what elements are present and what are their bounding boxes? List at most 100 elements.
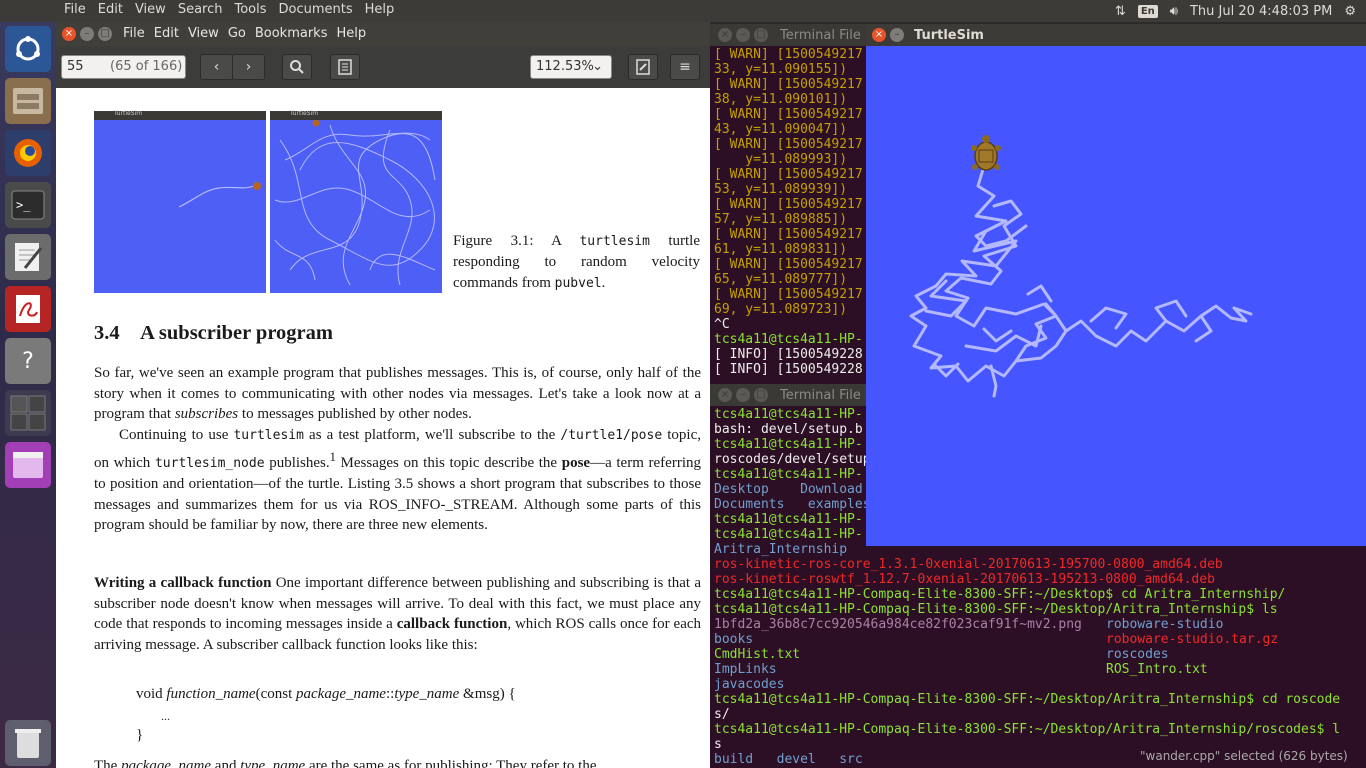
terminal-text: s/ [714, 707, 730, 722]
menu-file[interactable]: File [64, 2, 86, 17]
clock[interactable]: Thu Jul 20 4:48:03 PM [1190, 4, 1332, 19]
volume-icon[interactable]: 🔊︎ [1170, 4, 1178, 19]
terminal-text: s [714, 737, 722, 752]
hamburger-menu-icon: ≡ [679, 59, 691, 75]
terminal-line: ros-kinetic-roswtf_1.12.7-0xenial-201706… [714, 572, 1215, 587]
p2-code-1: turtlesim [233, 428, 304, 443]
terminal-line: [ WARN] [1500549217 [714, 107, 863, 122]
code-line-2: ... [161, 709, 170, 723]
text-editor-launcher[interactable] [5, 234, 51, 280]
maximize-icon[interactable]: □ [754, 28, 768, 42]
viewer-menu-help[interactable]: Help [336, 26, 366, 41]
viewer-menu-view[interactable]: View [188, 26, 219, 41]
terminal-text: [ WARN] [1500549217 [714, 287, 863, 302]
terminal-line: [ INFO] [1500549228 [714, 347, 863, 362]
terminal-line: 33, y=11.090155]) [714, 62, 847, 77]
hamburger-menu-button[interactable]: ≡ [670, 54, 700, 80]
terminal-line: [ WARN] [1500549217 [714, 167, 863, 182]
annotations-button[interactable] [628, 54, 658, 80]
help-launcher[interactable]: ? [5, 338, 51, 384]
zoom-select[interactable]: 112.53% ⌄ [530, 55, 612, 79]
menu-tools[interactable]: Tools [234, 2, 266, 17]
p1-emphasis: subscribes [174, 406, 239, 423]
gear-icon[interactable]: ⚙ [1344, 4, 1356, 19]
ubuntu-dash-button[interactable] [5, 26, 51, 72]
terminal-line: CmdHist.txt roscodes [714, 647, 1169, 662]
turtle-trail-drawing [909, 135, 1253, 398]
terminal-line: build devel src [714, 752, 863, 767]
code-text-d: &msg) { [459, 686, 516, 702]
terminal-line: [ WARN] [1500549217 [714, 77, 863, 92]
firefox-launcher[interactable] [5, 130, 51, 176]
terminal-text: build devel src [714, 752, 863, 767]
terminal-text-column-2: roscodes [1106, 647, 1169, 662]
software-center-launcher[interactable] [5, 442, 51, 488]
p4-text-c: are the same as for publishing: They ref… [305, 758, 597, 768]
minimize-icon[interactable]: – [736, 28, 750, 42]
previous-page-button[interactable]: ‹ [200, 54, 233, 80]
workspace-switcher[interactable] [5, 390, 51, 436]
close-icon[interactable]: × [718, 28, 732, 42]
viewer-menu-go[interactable]: Go [228, 26, 246, 41]
trash-icon [15, 729, 41, 758]
close-icon[interactable]: × [718, 388, 732, 402]
terminal-text: [ WARN] [1500549217 [714, 257, 863, 272]
keyboard-layout-indicator[interactable]: En [1137, 4, 1158, 18]
page-count-label: (65 of 166) [110, 59, 183, 74]
search-button[interactable] [282, 54, 312, 80]
terminal-line: 53, y=11.089939]) [714, 182, 847, 197]
turtlesim-titlebar: × – TurtleSim [866, 24, 1366, 46]
minimize-icon[interactable]: – [890, 28, 904, 42]
window-titlebar: × – □ File Edit View Go Bookmarks Help [56, 22, 710, 46]
menu-help[interactable]: Help [365, 2, 395, 17]
viewer-menu-edit[interactable]: Edit [154, 26, 179, 41]
terminal-1-title: Terminal File [780, 28, 861, 43]
paragraph-2: Continuing to use turtlesim as a test pl… [94, 425, 701, 536]
document-viewer-launcher[interactable] [5, 286, 51, 332]
code-placeholder-type: type_name [394, 686, 460, 702]
menu-edit[interactable]: Edit [98, 2, 123, 17]
question-mark-icon: ? [22, 348, 34, 374]
chevron-right-icon: › [245, 59, 252, 75]
terminal-line: [ WARN] [1500549217 [714, 287, 863, 302]
page-number-field[interactable]: 55 (65 of 166) [61, 55, 186, 79]
terminal-text: tcs4a11@tcs4a11-HP- [714, 332, 863, 347]
turtle-icon-2 [312, 120, 320, 127]
minimize-icon[interactable]: – [80, 27, 94, 41]
terminal-line: tcs4a11@tcs4a11-HP-Compaq-Elite-8300-SFF… [714, 722, 1340, 737]
network-arrows-icon[interactable]: ⇅ [1115, 4, 1126, 19]
menu-search[interactable]: Search [178, 2, 223, 17]
p2-bold: pose [561, 454, 591, 471]
maximize-icon[interactable]: □ [98, 27, 112, 41]
figure-turtlesim-right: TurtleSim [270, 110, 442, 293]
terminal-line: s/ [714, 707, 730, 722]
close-icon[interactable]: × [62, 27, 76, 41]
terminal-line: tcs4a11@tcs4a11-HP- [714, 467, 863, 482]
document-edit-icon [636, 59, 650, 75]
menu-documents[interactable]: Documents [279, 2, 353, 17]
paragraph-4: The package_name and type_name are the s… [94, 756, 701, 768]
next-page-button[interactable]: › [232, 54, 265, 80]
sidebar-toggle-button[interactable] [330, 54, 360, 80]
trash-launcher[interactable] [5, 720, 51, 766]
code-placeholder-pkg: package_name [296, 686, 386, 702]
desktop: File Edit View Search Tools Documents He… [0, 0, 1366, 768]
terminal-line: tcs4a11@tcs4a11-HP-Compaq-Elite-8300-SFF… [714, 587, 1285, 602]
terminal-launcher[interactable]: >_ [5, 182, 51, 228]
figure-window-titlebar: TurtleSim [94, 110, 266, 120]
p4-emphasis-2: type_name [240, 758, 306, 768]
maximize-icon[interactable]: □ [754, 388, 768, 402]
minimize-icon[interactable]: – [736, 388, 750, 402]
terminal-text: y=11.089993]) [714, 152, 848, 167]
terminal-line: 43, y=11.090047]) [714, 122, 847, 137]
p2-text-d: publishes. [264, 454, 330, 471]
menu-view[interactable]: View [135, 2, 166, 17]
p2-text-b: as a test platform, we'll subscribe to t… [303, 427, 561, 443]
terminal-text: [ WARN] [1500549217 [714, 227, 863, 242]
chevron-down-icon: ⌄ [592, 59, 603, 74]
close-icon[interactable]: × [872, 28, 886, 42]
viewer-menu-bookmarks[interactable]: Bookmarks [255, 26, 328, 41]
viewer-menu-file[interactable]: File [123, 26, 145, 41]
files-launcher[interactable] [5, 78, 51, 124]
terminal-text-column-2: roboware-studio [1106, 617, 1224, 632]
